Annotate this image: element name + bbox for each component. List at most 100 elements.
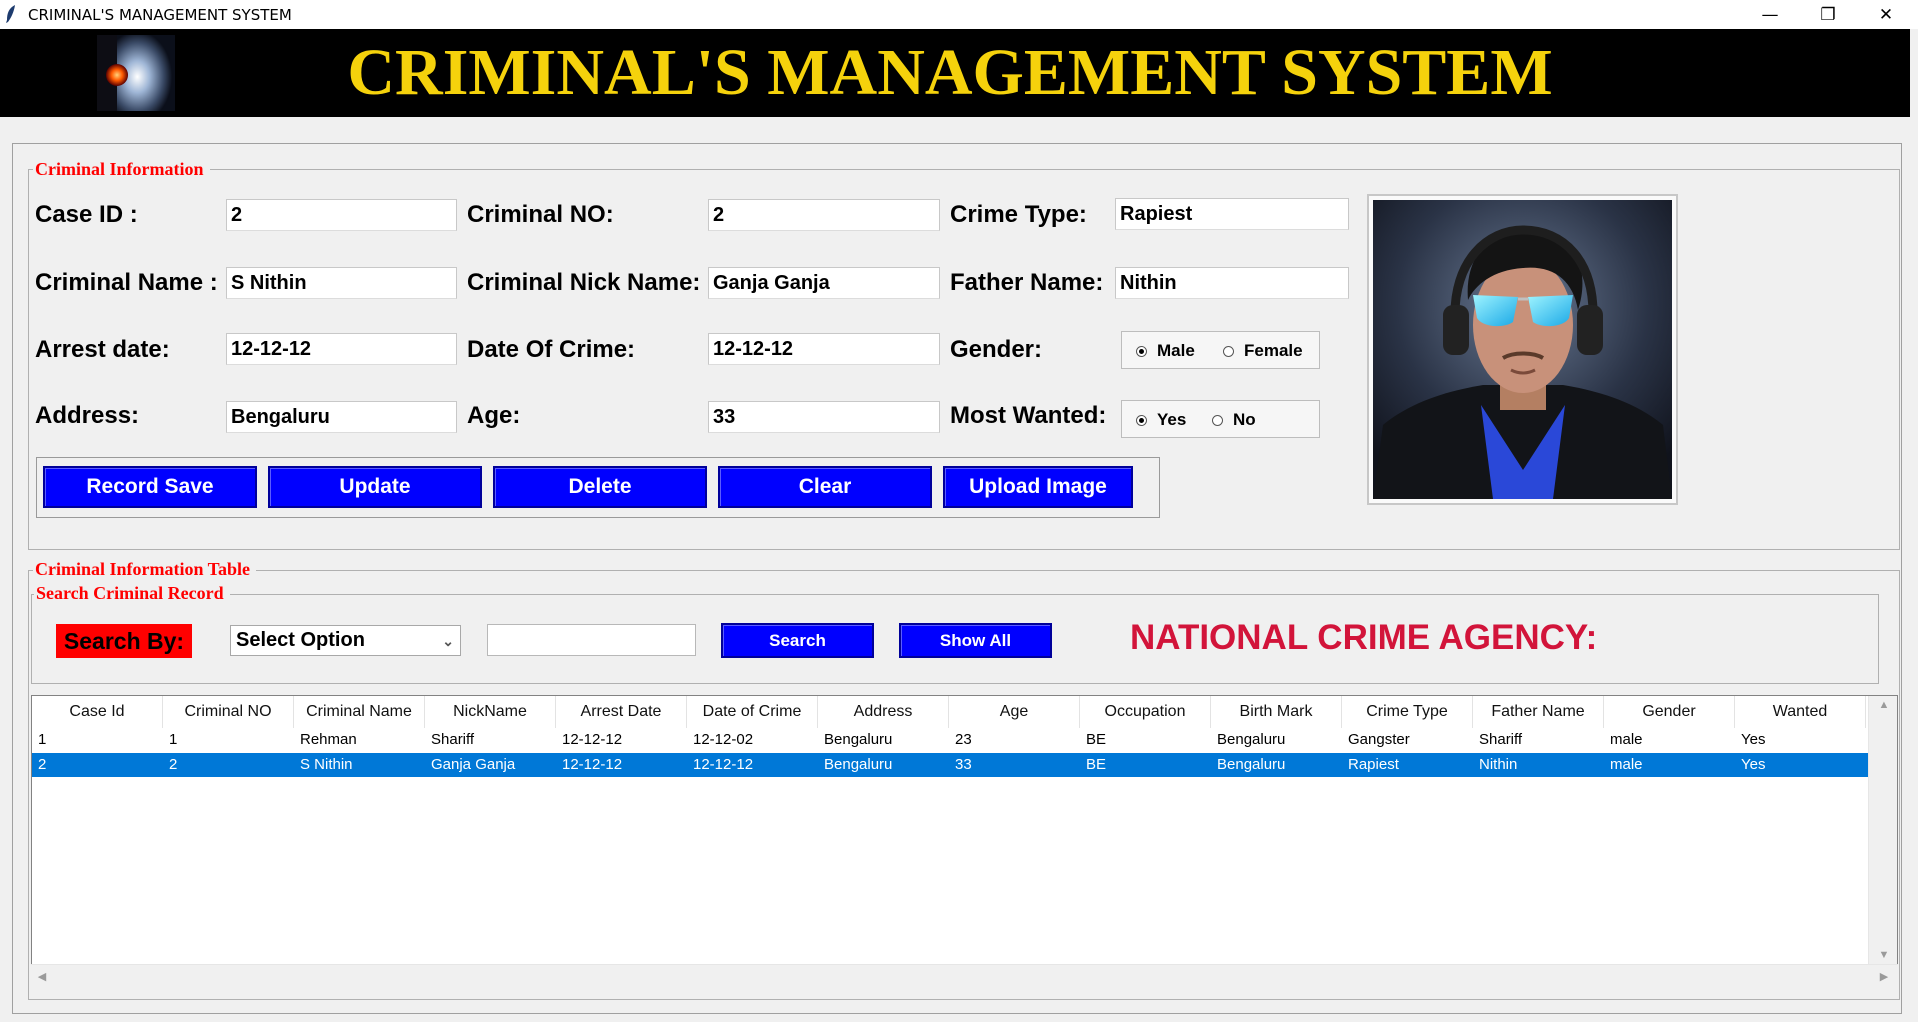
scroll-down-icon[interactable]: ▼ [1869,946,1897,964]
table-header: Case Id Criminal NO Criminal Name NickName A… [32,696,1868,728]
table-cell: Shariff [431,731,475,748]
search-button[interactable]: Search [721,623,874,658]
table-cell: Rehman [300,731,357,748]
table-cell: BE [1086,731,1107,748]
column-header[interactable]: Date of Crime [687,696,818,728]
gender-male-label: Male [1157,341,1195,360]
crime-type-input[interactable]: Rapiest [1115,198,1349,230]
column-header[interactable]: Address [818,696,949,728]
show-all-button[interactable]: Show All [899,623,1052,658]
table-cell: 1 [38,731,47,748]
table-cell: Ganja Ganja [431,756,516,773]
scroll-left-icon[interactable]: ◀ [33,967,51,985]
criminal-name-input[interactable]: S Nithin [226,267,457,299]
column-header[interactable]: Father Name [1473,696,1604,728]
column-header[interactable]: Criminal Name [294,696,425,728]
most-wanted-radio-group: Yes No [1121,400,1320,438]
column-header[interactable]: NickName [425,696,556,728]
most-wanted-no-radio[interactable]: No [1212,410,1256,430]
scroll-up-icon[interactable]: ▲ [1869,696,1897,714]
criminal-nick-name-input[interactable]: Ganja Ganja [708,267,940,299]
column-header[interactable]: Case Id [32,696,163,728]
criminal-name-label: Criminal Name : [35,269,218,296]
table-cell: Bengaluru [824,731,893,748]
crime-type-label: Crime Type: [950,201,1087,228]
window-title: CRIMINAL'S MANAGEMENT SYSTEM [28,6,292,24]
gender-radio-group: Male Female [1121,331,1320,369]
table-cell: 12-12-02 [693,731,754,748]
horizontal-scrollbar[interactable]: ◀ ▶ [31,964,1898,986]
criminal-no-input[interactable]: 2 [708,199,940,231]
table-cell: Bengaluru [1217,731,1286,748]
criminal-records-table: Case Id Criminal NO Criminal Name NickName A… [31,695,1898,986]
table-cell: BE [1086,756,1107,773]
banner-title: CRIMINAL'S MANAGEMENT SYSTEM [347,36,1553,109]
table-cell: Yes [1741,756,1766,773]
most-wanted-yes-radio[interactable]: Yes [1136,410,1186,430]
close-button[interactable]: ✕ [1857,0,1915,29]
search-input[interactable] [487,624,696,656]
scroll-right-icon[interactable]: ▶ [1875,967,1893,985]
radio-selected-icon [1136,414,1147,426]
case-id-input[interactable]: 2 [226,199,457,231]
vertical-scrollbar[interactable]: ▲ ▼ [1868,696,1897,985]
upload-image-button[interactable]: Upload Image [943,466,1133,508]
feather-app-icon [6,5,15,23]
column-header[interactable]: Wanted [1735,696,1866,728]
most-wanted-no-label: No [1233,410,1256,429]
address-input[interactable]: Bengaluru [226,401,457,433]
table-row[interactable]: 2 2 S Nithin Ganja Ganja 12-12-12 12-12-12 Ben… [32,753,1868,777]
gender-female-radio[interactable]: Female [1223,341,1303,361]
column-header[interactable]: Gender [1604,696,1735,728]
column-header[interactable]: Crime Type [1342,696,1473,728]
address-label: Address: [35,402,140,429]
date-of-crime-input[interactable]: 12-12-12 [708,333,940,365]
delete-button[interactable]: Delete [493,466,707,508]
table-row[interactable]: 1 1 Rehman Shariff 12-12-12 12-12-02 Bengaluru… [32,728,1868,752]
table-cell: Gangster [1348,731,1410,748]
record-save-button[interactable]: Record Save [43,466,257,508]
criminal-nick-name-label: Criminal Nick Name: [467,269,701,296]
clear-button[interactable]: Clear [718,466,932,508]
restore-button[interactable]: ❐ [1799,0,1857,29]
gender-male-radio[interactable]: Male [1136,341,1195,361]
logo-icon [97,35,175,111]
table-cell: 2 [169,756,178,773]
father-name-input[interactable]: Nithin [1115,267,1349,299]
column-header[interactable]: Occupation [1080,696,1211,728]
search-criminal-record-legend: Search Criminal Record [34,583,230,603]
radio-unselected-icon [1212,414,1223,426]
arrest-date-label: Arrest date: [35,336,170,363]
minimize-button[interactable]: — [1741,0,1799,29]
table-cell: Bengaluru [1217,756,1286,773]
search-option-select[interactable]: Select Option ⌄ [230,625,461,656]
table-cell: 33 [955,756,972,773]
column-header[interactable]: Criminal NO [163,696,294,728]
date-of-crime-label: Date Of Crime: [467,336,636,363]
age-input[interactable]: 33 [708,401,940,433]
column-header[interactable]: Age [949,696,1080,728]
table-cell: Shariff [1479,731,1523,748]
criminal-information-table-legend: Criminal Information Table [33,559,257,579]
gender-female-label: Female [1244,341,1303,360]
table-cell: 12-12-12 [693,756,754,773]
table-cell: male [1610,731,1643,748]
arrest-date-input[interactable]: 12-12-12 [226,333,457,365]
criminal-photo-image [1373,200,1672,499]
window-title-bar: CRIMINAL'S MANAGEMENT SYSTEM — ❐ ✕ [0,0,1918,29]
radio-unselected-icon [1223,345,1234,357]
column-header[interactable]: Arrest Date [556,696,687,728]
table-cell: 2 [38,756,47,773]
table-cell: Rapiest [1348,756,1399,773]
table-cell: Nithin [1479,756,1518,773]
table-cell: 1 [169,731,178,748]
father-name-label: Father Name: [950,269,1104,296]
table-cell: 12-12-12 [562,756,623,773]
table-cell: Yes [1741,731,1766,748]
table-cell: S Nithin [300,756,353,773]
age-label: Age: [467,402,521,429]
update-button[interactable]: Update [268,466,482,508]
criminal-information-legend: Criminal Information [33,159,210,179]
column-header[interactable]: Birth Mark [1211,696,1342,728]
criminal-photo [1367,194,1678,505]
